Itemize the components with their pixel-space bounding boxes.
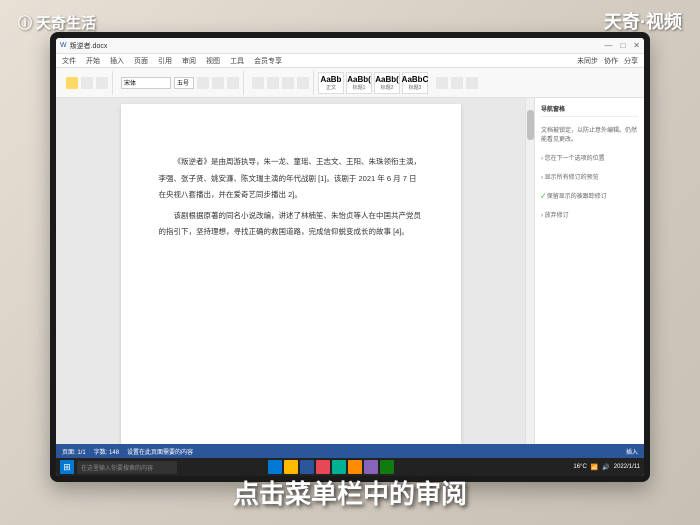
font-group: 宋体 五号 — [117, 71, 244, 95]
copy-button[interactable] — [96, 77, 108, 89]
document-canvas: 《叛逆者》是由周游执导，朱一龙、童瑶、王志文、王阳、朱珠领衔主演，李强、张子贤、… — [56, 98, 525, 444]
ribbon-right-controls: 未同步 协作 分享 — [577, 56, 638, 66]
number-list-button[interactable] — [267, 77, 279, 89]
select-button[interactable] — [466, 77, 478, 89]
style-normal[interactable]: AaBb正文 — [318, 72, 344, 94]
sync-status[interactable]: 未同步 — [577, 56, 598, 66]
clock[interactable]: 2022/1/11 — [614, 464, 640, 470]
font-size-select[interactable]: 五号 — [174, 77, 194, 89]
taskbar-edge-icon[interactable] — [268, 460, 282, 474]
tab-tools[interactable]: 工具 — [230, 56, 244, 66]
cut-button[interactable] — [81, 77, 93, 89]
tab-references[interactable]: 引用 — [158, 56, 172, 66]
tray-wifi-icon[interactable]: 📶 — [591, 464, 598, 471]
bullet-list-button[interactable] — [252, 77, 264, 89]
tray-volume-icon[interactable]: 🔊 — [602, 464, 609, 471]
taskbar-word-icon[interactable] — [300, 460, 314, 474]
window-controls: — □ ✕ — [604, 41, 640, 50]
taskbar-app4-icon[interactable] — [364, 460, 378, 474]
panel-item-keep[interactable]: 保留显示的被跟踪修订 — [541, 189, 638, 202]
paragraph-group — [248, 71, 314, 95]
start-button[interactable] — [60, 460, 74, 474]
system-tray: 16°C 📶 🔊 2022/1/11 — [573, 464, 640, 471]
ribbon-tab-bar: 文件 开始 插入 页面 引用 审阅 视图 工具 会员专享 未同步 协作 分享 — [56, 54, 644, 68]
screen: W 叛逆者.docx — □ ✕ 文件 开始 插入 页面 引用 审阅 视图 工具… — [56, 38, 644, 476]
maximize-button[interactable]: □ — [620, 41, 625, 50]
find-button[interactable] — [436, 77, 448, 89]
vertical-scrollbar[interactable] — [525, 98, 534, 444]
watermark-top-left: 天奇生活 — [18, 12, 96, 33]
document-filename: 叛逆者.docx — [70, 41, 108, 51]
taskbar-app-icon[interactable] — [316, 460, 330, 474]
watermark-top-right: 天奇·视频 — [604, 8, 682, 34]
close-button[interactable]: ✕ — [633, 41, 640, 50]
collab-button[interactable]: 协作 — [604, 56, 618, 66]
editing-group — [432, 71, 482, 95]
font-family-select[interactable]: 宋体 — [121, 77, 171, 89]
window-titlebar: W 叛逆者.docx — □ ✕ — [56, 38, 644, 54]
scroll-thumb[interactable] — [527, 110, 534, 140]
taskbar-search[interactable]: 在这里输入你要搜索的内容 — [77, 461, 177, 474]
status-bar: 页面: 1/1 字数: 148 设置在此页面需要的内容 插入 — [56, 444, 644, 458]
panel-item-discard[interactable]: 放弃修订 — [541, 208, 638, 221]
paragraph-1[interactable]: 《叛逆者》是由周游执导，朱一龙、童瑶、王志文、王阳、朱珠领衔主演，李强、张子贤、… — [159, 154, 423, 204]
panel-item-preview[interactable]: 显示所有修订的预览 — [541, 170, 638, 183]
tab-member[interactable]: 会员专享 — [254, 56, 282, 66]
taskbar-app3-icon[interactable] — [348, 460, 362, 474]
app-icon: W — [60, 42, 67, 49]
tab-page[interactable]: 页面 — [134, 56, 148, 66]
weather-widget[interactable]: 16°C — [573, 464, 586, 470]
monitor-frame: W 叛逆者.docx — □ ✕ 文件 开始 插入 页面 引用 审阅 视图 工具… — [50, 32, 650, 482]
taskbar-apps — [268, 460, 394, 474]
tab-view[interactable]: 视图 — [206, 56, 220, 66]
replace-button[interactable] — [451, 77, 463, 89]
page-indicator[interactable]: 页面: 1/1 — [62, 447, 86, 456]
share-button[interactable]: 分享 — [624, 56, 638, 66]
align-left-button[interactable] — [282, 77, 294, 89]
panel-lock-notice: 文档被锁定，以防止意外编辑。仍然能看见更改。 — [541, 123, 638, 145]
document-page[interactable]: 《叛逆者》是由周游执导，朱一龙、童瑶、王志文、王阳、朱珠领衔主演，李强、张子贤、… — [121, 104, 461, 444]
style-heading3[interactable]: AaBbC标题3 — [402, 72, 428, 94]
navigation-pane: 导航窗格 文档被锁定，以防止意外编辑。仍然能看见更改。 您在下一个选项的位置 显… — [534, 98, 644, 444]
ribbon-toolbar: 宋体 五号 AaBb正文 AaBb(标题1 AaBb(标题2 AaBbC标题3 — [56, 68, 644, 98]
tab-review[interactable]: 审阅 — [182, 56, 196, 66]
panel-title: 导航窗格 — [541, 104, 638, 117]
taskbar-app5-icon[interactable] — [380, 460, 394, 474]
insert-mode[interactable]: 插入 — [626, 447, 638, 456]
video-subtitle: 点击菜单栏中的审阅 — [233, 474, 467, 511]
italic-button[interactable] — [212, 77, 224, 89]
underline-button[interactable] — [227, 77, 239, 89]
tab-insert[interactable]: 插入 — [110, 56, 124, 66]
panel-item-next[interactable]: 您在下一个选项的位置 — [541, 151, 638, 164]
style-gallery: AaBb正文 AaBb(标题1 AaBb(标题2 AaBbC标题3 — [318, 72, 428, 94]
taskbar-app2-icon[interactable] — [332, 460, 346, 474]
align-center-button[interactable] — [297, 77, 309, 89]
style-heading1[interactable]: AaBb(标题1 — [346, 72, 372, 94]
language-indicator[interactable]: 设置在此页面需要的内容 — [127, 447, 193, 456]
paste-button[interactable] — [66, 77, 78, 89]
word-count[interactable]: 字数: 148 — [94, 447, 119, 456]
minimize-button[interactable]: — — [604, 41, 612, 50]
main-content-area: 《叛逆者》是由周游执导，朱一龙、童瑶、王志文、王阳、朱珠领衔主演，李强、张子贤、… — [56, 98, 644, 444]
taskbar-explorer-icon[interactable] — [284, 460, 298, 474]
tab-file[interactable]: 文件 — [62, 56, 76, 66]
bold-button[interactable] — [197, 77, 209, 89]
paragraph-2[interactable]: 该剧根据原著的同名小说改编，讲述了林楠笙、朱怡贞等人在中国共产党员的指引下，坚持… — [159, 208, 423, 241]
tab-home[interactable]: 开始 — [86, 56, 100, 66]
clipboard-group — [62, 71, 113, 95]
style-heading2[interactable]: AaBb(标题2 — [374, 72, 400, 94]
